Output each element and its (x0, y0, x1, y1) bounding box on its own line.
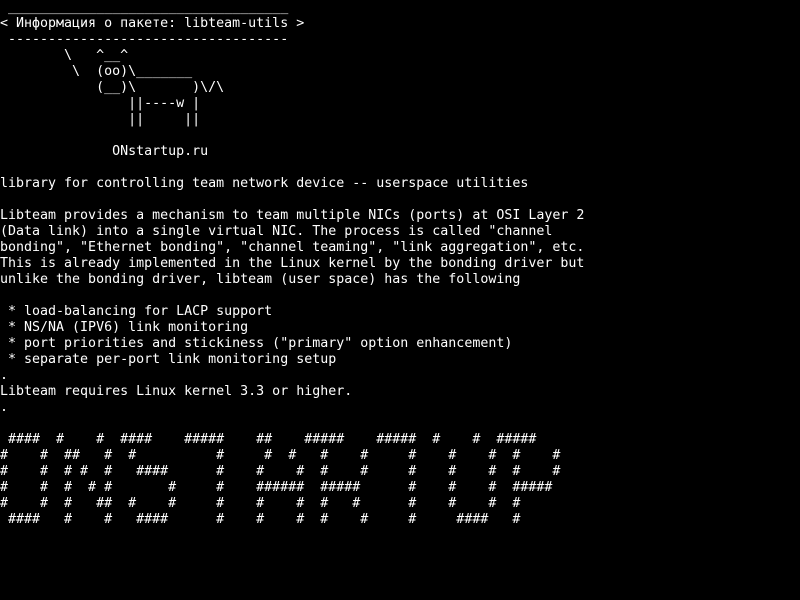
header-bottom-rule: ----------------------------------- (0, 32, 289, 47)
dot-separator: . (0, 368, 9, 383)
banner-line: # # # # # # # ###### ##### # # # ##### (0, 480, 553, 495)
banner-line: # # # ## # # # # # # # # # # # (0, 496, 521, 511)
banner-line: # # # # # #### # # # # # # # # # # (0, 464, 561, 479)
cow-art-line: (__)\ )\/\ (0, 80, 225, 95)
description-line: This is already implemented in the Linux… (0, 256, 585, 271)
description-line: Libteam provides a mechanism to team mul… (0, 208, 585, 223)
kernel-requirement: Libteam requires Linux kernel 3.3 or hig… (0, 384, 353, 399)
cow-art-line (0, 128, 800, 144)
cow-art-line: ||----w | (0, 96, 201, 111)
package-info-title: < Информация о пакете: libteam-utils > (0, 16, 305, 31)
cow-art-line: || || (0, 112, 201, 127)
cow-art-signature: ONstartup.ru (0, 144, 209, 159)
description-line: (Data link) into a single virtual NIC. T… (0, 224, 553, 239)
feature-item: * separate per-port link monitoring setu… (0, 352, 337, 367)
feature-list: * load-balancing for LACP support * NS/N… (0, 304, 800, 368)
banner-line: #### # # #### ##### ## ##### ##### # # #… (0, 432, 537, 447)
feature-item: * load-balancing for LACP support (0, 304, 273, 319)
dot-separator: . (0, 400, 9, 415)
banner-line: #### # # #### # # # # # # #### # (0, 512, 521, 527)
package-summary: library for controlling team network dev… (0, 176, 529, 191)
onstartup-ascii-banner: #### # # #### ##### ## ##### ##### # # #… (0, 432, 800, 528)
header-top-rule: ___________________________________ (0, 0, 289, 15)
description-line: unlike the bonding driver, libteam (user… (0, 272, 521, 287)
cow-ascii-art: \ ^__^ \ (oo)\_______ (__)\ )\/\ ||----w… (0, 48, 800, 160)
package-description: Libteam provides a mechanism to team mul… (0, 208, 800, 288)
cow-art-line: \ ^__^ (0, 48, 129, 63)
cow-art-line: \ (oo)\_______ (0, 64, 193, 79)
banner-line: # # ## # # # # # # # # # # # # (0, 448, 561, 463)
feature-item: * port priorities and stickiness ("prima… (0, 336, 513, 351)
description-line: bonding", "Ethernet bonding", "channel t… (0, 240, 585, 255)
feature-item: * NS/NA (IPV6) link monitoring (0, 320, 249, 335)
terminal-screen: ___________________________________ < Ин… (0, 0, 800, 600)
